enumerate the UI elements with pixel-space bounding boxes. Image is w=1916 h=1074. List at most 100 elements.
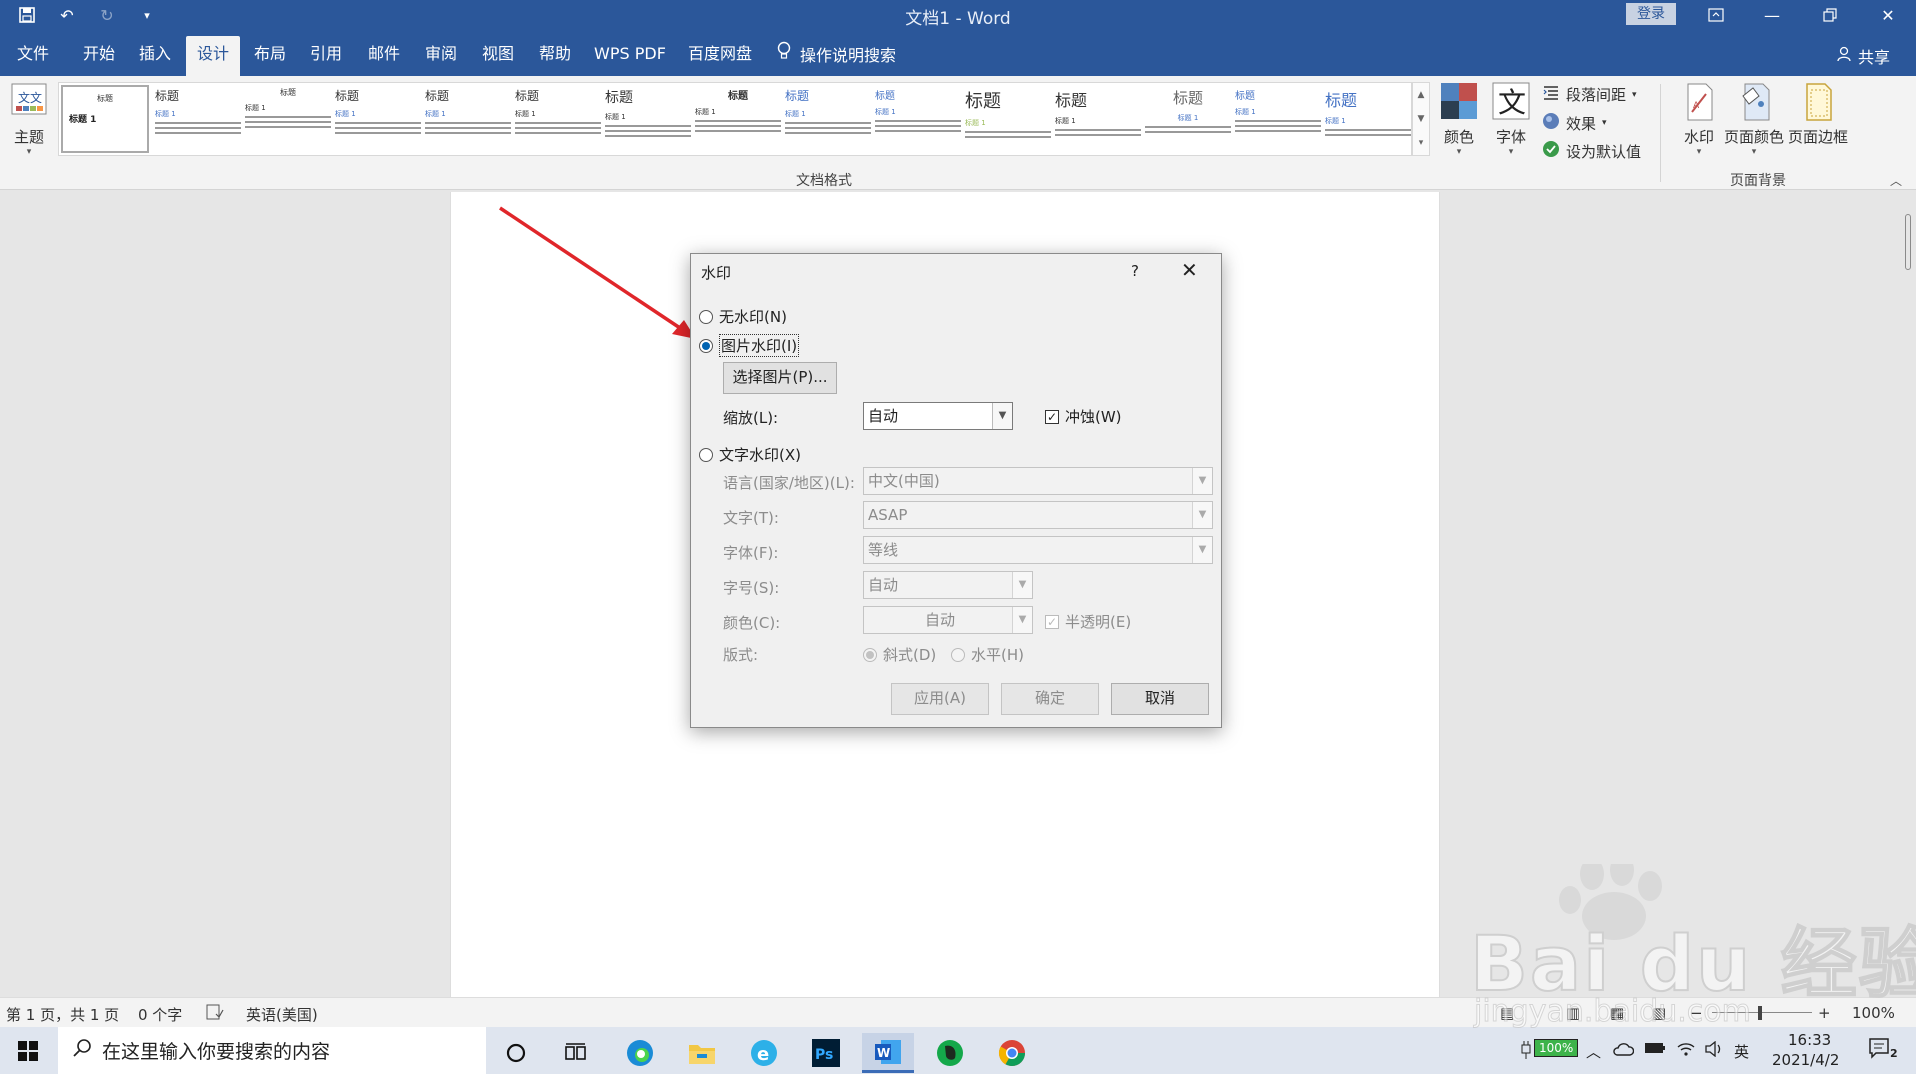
task-view-icon[interactable] bbox=[550, 1033, 602, 1073]
color-combo[interactable]: 自动 ▼ bbox=[863, 606, 1033, 634]
gallery-more-icon[interactable]: ▾ bbox=[1419, 138, 1424, 148]
word-app-icon[interactable]: W bbox=[862, 1033, 914, 1073]
font-combo[interactable]: 等线 ▼ bbox=[863, 536, 1213, 564]
evernote-icon[interactable] bbox=[924, 1033, 976, 1073]
chevron-up-icon[interactable]: ▲ bbox=[1418, 90, 1425, 100]
tab-mailings[interactable]: 邮件 bbox=[356, 36, 412, 76]
style-set-item[interactable]: 标题 标题 1 bbox=[1325, 87, 1411, 151]
picture-watermark-radio[interactable] bbox=[699, 338, 713, 353]
gallery-scroll[interactable]: ▲ ▼ ▾ bbox=[1412, 82, 1430, 156]
text-watermark-radio[interactable] bbox=[699, 447, 713, 462]
horizontal-option[interactable]: 水平(H) bbox=[951, 644, 1024, 665]
tab-help[interactable]: 帮助 bbox=[526, 36, 584, 76]
language-combo[interactable]: 中文(中国) ▼ bbox=[863, 467, 1213, 495]
minimize-icon[interactable]: — bbox=[1744, 0, 1800, 30]
themes-button[interactable]: 文文 主题 ▾ bbox=[10, 82, 48, 157]
proofing-icon[interactable] bbox=[206, 1004, 224, 1024]
chevron-down-icon[interactable]: ▼ bbox=[1012, 572, 1032, 598]
tab-layout[interactable]: 布局 bbox=[242, 36, 298, 76]
tab-baidu-netdisk[interactable]: 百度网盘 bbox=[680, 36, 760, 76]
taskbar-search[interactable]: 在这里输入你要搜索的内容 bbox=[58, 1027, 486, 1074]
style-set-item[interactable]: 标题 标题 1 bbox=[245, 87, 331, 151]
chrome-icon[interactable] bbox=[986, 1033, 1038, 1073]
battery-icon[interactable] bbox=[1644, 1041, 1666, 1059]
ie-browser-icon[interactable]: e bbox=[738, 1033, 790, 1073]
login-button[interactable]: 登录 bbox=[1626, 3, 1676, 25]
power-plug-icon[interactable] bbox=[1520, 1041, 1532, 1063]
page-count[interactable]: 第 1 页，共 1 页 bbox=[6, 1004, 119, 1025]
no-watermark-option[interactable]: 无水印(N) bbox=[699, 306, 787, 327]
style-set-item[interactable]: 标题 标题 1 bbox=[605, 87, 691, 151]
share-button[interactable]: 共享 bbox=[1836, 44, 1890, 68]
chevron-down-icon[interactable]: ▼ bbox=[1192, 468, 1212, 494]
semitransparent-checkbox[interactable]: ✓ bbox=[1045, 614, 1059, 629]
chevron-down-icon[interactable]: ▼ bbox=[992, 403, 1012, 429]
washout-option[interactable]: ✓ 冲蚀(W) bbox=[1045, 406, 1122, 427]
tab-references[interactable]: 引用 bbox=[298, 36, 354, 76]
ok-button[interactable]: 确定 bbox=[1001, 683, 1099, 715]
volume-icon[interactable] bbox=[1704, 1040, 1724, 1061]
diagonal-option[interactable]: 斜式(D) bbox=[863, 644, 936, 665]
battery-indicator[interactable]: 100% bbox=[1534, 1039, 1579, 1057]
tab-home[interactable]: 开始 bbox=[70, 36, 128, 76]
style-set-item[interactable]: 标题 标题 1 bbox=[785, 87, 871, 151]
tab-file[interactable]: 文件 bbox=[4, 36, 62, 76]
text-combo[interactable]: ASAP ▼ bbox=[863, 501, 1213, 529]
clock-date[interactable]: 2021/4/2 bbox=[1772, 1051, 1839, 1069]
chevron-down-icon[interactable]: ▼ bbox=[1192, 537, 1212, 563]
tab-wps-pdf[interactable]: WPS PDF bbox=[588, 36, 672, 76]
ribbon-display-options-icon[interactable] bbox=[1688, 0, 1744, 30]
colors-button[interactable]: 颜色 ▾ bbox=[1440, 82, 1478, 157]
style-set-item[interactable]: 标题 标题 1 bbox=[515, 87, 601, 151]
no-watermark-radio[interactable] bbox=[699, 309, 713, 324]
style-set-item[interactable]: 标题 标题 1 bbox=[155, 87, 241, 151]
chevron-down-icon[interactable]: ▼ bbox=[1418, 114, 1425, 124]
wifi-icon[interactable] bbox=[1676, 1041, 1696, 1061]
tell-me-search[interactable]: 操作说明搜索 bbox=[776, 36, 926, 76]
style-set-item[interactable]: 标题 标题 1 bbox=[1055, 87, 1141, 151]
chevron-down-icon[interactable]: ▼ bbox=[1192, 502, 1212, 528]
tab-insert[interactable]: 插入 bbox=[126, 36, 184, 76]
diagonal-radio[interactable] bbox=[863, 647, 877, 662]
style-set-item[interactable]: 标题 标题 1 bbox=[335, 87, 421, 151]
style-set-item[interactable]: 标题 标题 1 bbox=[965, 87, 1051, 151]
cancel-button[interactable]: 取消 bbox=[1111, 683, 1209, 715]
style-set-item[interactable]: 标题 标题 1 bbox=[425, 87, 511, 151]
style-set-item[interactable]: 标题 标题 1 bbox=[1145, 87, 1231, 151]
edge-browser-icon[interactable] bbox=[614, 1033, 666, 1073]
effects-button[interactable]: 效果 ▾ bbox=[1542, 112, 1607, 134]
restore-icon[interactable] bbox=[1802, 0, 1858, 30]
close-window-icon[interactable]: ✕ bbox=[1860, 0, 1916, 30]
photoshop-icon[interactable]: Ps bbox=[800, 1033, 852, 1073]
tab-review[interactable]: 审阅 bbox=[412, 36, 470, 76]
style-set-item[interactable]: 标题 标题 1 bbox=[61, 85, 149, 153]
tab-view[interactable]: 视图 bbox=[470, 36, 526, 76]
language-status[interactable]: 英语(美国) bbox=[246, 1004, 318, 1025]
text-watermark-option[interactable]: 文字水印(X) bbox=[699, 444, 801, 465]
fonts-button[interactable]: 文 字体 ▾ bbox=[1492, 82, 1530, 157]
picture-watermark-option[interactable]: 图片水印(I) bbox=[699, 334, 800, 357]
style-set-item[interactable]: 标题 标题 1 bbox=[695, 87, 781, 151]
page-borders-button[interactable]: 页面边框 bbox=[1788, 82, 1848, 147]
close-icon[interactable]: ✕ bbox=[1181, 258, 1198, 282]
apply-button[interactable]: 应用(A) bbox=[891, 683, 989, 715]
onedrive-cloud-icon[interactable] bbox=[1612, 1041, 1635, 1061]
semitransparent-option[interactable]: ✓ 半透明(E) bbox=[1045, 611, 1131, 632]
select-picture-button[interactable]: 选择图片(P)... bbox=[723, 362, 837, 394]
windows-start-icon[interactable] bbox=[0, 1027, 56, 1074]
collapse-ribbon-icon[interactable]: ︿ bbox=[1890, 172, 1902, 189]
scroll-thumb[interactable] bbox=[1905, 214, 1911, 270]
ime-indicator[interactable]: 英 bbox=[1734, 1041, 1749, 1062]
size-combo[interactable]: 自动 ▼ bbox=[863, 571, 1033, 599]
watermark-button[interactable]: A 水印 ▾ bbox=[1680, 82, 1718, 157]
help-icon[interactable]: ? bbox=[1131, 262, 1139, 280]
paragraph-spacing-button[interactable]: 段落间距 ▾ bbox=[1542, 84, 1637, 105]
cortana-icon[interactable] bbox=[490, 1033, 542, 1073]
chevron-up-icon[interactable]: ︿ bbox=[1586, 1041, 1601, 1062]
style-set-item[interactable]: 标题 标题 1 bbox=[875, 87, 961, 151]
style-set-item[interactable]: 标题 标题 1 bbox=[1235, 87, 1321, 151]
scale-combo[interactable]: 自动 ▼ bbox=[863, 402, 1013, 430]
horizontal-radio[interactable] bbox=[951, 647, 965, 662]
set-as-default-button[interactable]: 设为默认值 bbox=[1542, 140, 1641, 162]
page-color-button[interactable]: 页面颜色 ▾ bbox=[1724, 82, 1784, 157]
